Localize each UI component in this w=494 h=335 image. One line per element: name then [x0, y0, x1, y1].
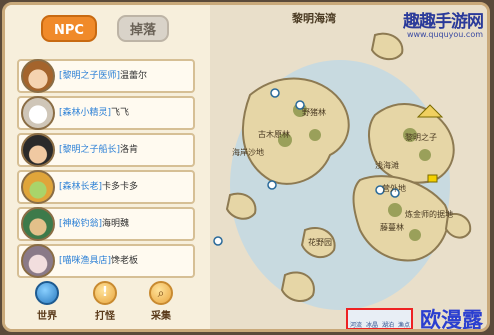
- npc-item[interactable]: [神秘钓翁]海明魏: [17, 207, 195, 241]
- npc-label: [黎明之子船长]洛肯: [59, 135, 138, 165]
- npc-role: [黎明之子船长]: [59, 145, 121, 155]
- map-label: 黎明之子: [405, 132, 437, 142]
- site-watermark-url: www.ququyou.com: [406, 30, 483, 39]
- gather-button[interactable]: ⌕ 采集: [141, 281, 181, 322]
- world-button[interactable]: 世界: [27, 281, 67, 322]
- npc-name: 海明魏: [102, 219, 130, 229]
- tab-drop[interactable]: 掉落: [117, 15, 169, 42]
- map-label: 浅海滩: [375, 160, 399, 170]
- map-label: 藤蔓林: [380, 222, 404, 232]
- legend-fishing: 渔点: [398, 322, 411, 329]
- corner-watermark: 欧漫露: [420, 308, 483, 332]
- npc-label: [森林长老]卡多卡多: [59, 172, 138, 202]
- npc-page: NPC 掉落 [黎明之子医师]温蕾尔 [森林小精灵]飞飞 [黎明之子船长]洛肯 …: [5, 5, 212, 329]
- npc-role: [喵咪渔具店]: [59, 256, 112, 266]
- npc-name: 洛肯: [120, 145, 139, 155]
- gather-label: 采集: [151, 311, 171, 322]
- far-south-islet: [280, 271, 315, 302]
- map-label: 炼金师的据地: [405, 209, 453, 219]
- npc-item[interactable]: [喵咪渔具店]馋老板: [17, 244, 195, 278]
- npc-role: [黎明之子医师]: [59, 71, 121, 81]
- map-label: 野猪林: [302, 107, 326, 117]
- npc-avatar-captain: [21, 133, 55, 167]
- world-label: 世界: [37, 311, 57, 322]
- site-watermark: 趣趣手游网 www.ququyou.com: [403, 7, 484, 39]
- npc-label: [神秘钓翁]海明魏: [59, 209, 129, 239]
- npc-avatar-doctor: [21, 59, 55, 93]
- bottom-toolbar: 世界 ! 打怪 ⌕ 采集: [5, 277, 210, 329]
- npc-item[interactable]: [黎明之子船长]洛肯: [17, 133, 195, 167]
- map-title: 黎明海湾: [292, 12, 336, 25]
- island-map[interactable]: 野猪林 古木原林 海岸沙地 黎明之子 浅海滩 营外地 炼金师的据地 藤蔓林 花野…: [210, 5, 487, 332]
- map-label: 营外地: [382, 183, 406, 193]
- npc-role: [神秘钓翁]: [59, 219, 103, 229]
- npc-name: 飞飞: [111, 108, 130, 118]
- npc-label: [黎明之子医师]温蕾尔: [59, 61, 147, 91]
- npc-name: 温蕾尔: [120, 71, 148, 81]
- map-label: 花野园: [308, 237, 332, 247]
- npc-avatar-cat: [21, 244, 55, 278]
- hunt-label: 打怪: [95, 311, 115, 322]
- map-label: 古木原林: [258, 129, 290, 139]
- npc-item[interactable]: [森林小精灵]飞飞: [17, 96, 195, 130]
- map-legend: 河流 冰晶 湖泊 渔点: [346, 308, 413, 329]
- npc-label: [喵咪渔具店]馋老板: [59, 246, 138, 276]
- legend-lake: 湖泊: [382, 322, 395, 329]
- map-page: 野猪林 古木原林 海岸沙地 黎明之子 浅海滩 营外地 炼金师的据地 藤蔓林 花野…: [210, 5, 487, 329]
- npc-item[interactable]: [黎明之子医师]温蕾尔: [17, 59, 195, 93]
- legend-ice: 冰晶: [366, 322, 379, 329]
- npc-avatar-fisher: [21, 207, 55, 241]
- npc-name: 馋老板: [111, 256, 139, 266]
- npc-role: [森林小精灵]: [59, 108, 112, 118]
- tab-npc[interactable]: NPC: [41, 15, 97, 42]
- npc-avatar-elder: [21, 170, 55, 204]
- map-label: 海岸沙地: [232, 147, 264, 157]
- site-watermark-name: 趣趣手游网: [403, 12, 484, 32]
- quest-book-panel: NPC 掉落 [黎明之子医师]温蕾尔 [森林小精灵]飞飞 [黎明之子船长]洛肯 …: [2, 2, 490, 332]
- exclamation-icon: !: [93, 281, 117, 305]
- legend-river: 河流: [350, 322, 363, 329]
- npc-item[interactable]: [森林长老]卡多卡多: [17, 170, 195, 204]
- magnifier-icon: ⌕: [149, 281, 173, 305]
- npc-label: [森林小精灵]飞飞: [59, 98, 129, 128]
- npc-role: [森林长老]: [59, 182, 103, 192]
- hunt-button[interactable]: ! 打怪: [85, 281, 125, 322]
- npc-avatar-sprite: [21, 96, 55, 130]
- npc-name: 卡多卡多: [102, 182, 139, 192]
- globe-icon: [35, 281, 59, 305]
